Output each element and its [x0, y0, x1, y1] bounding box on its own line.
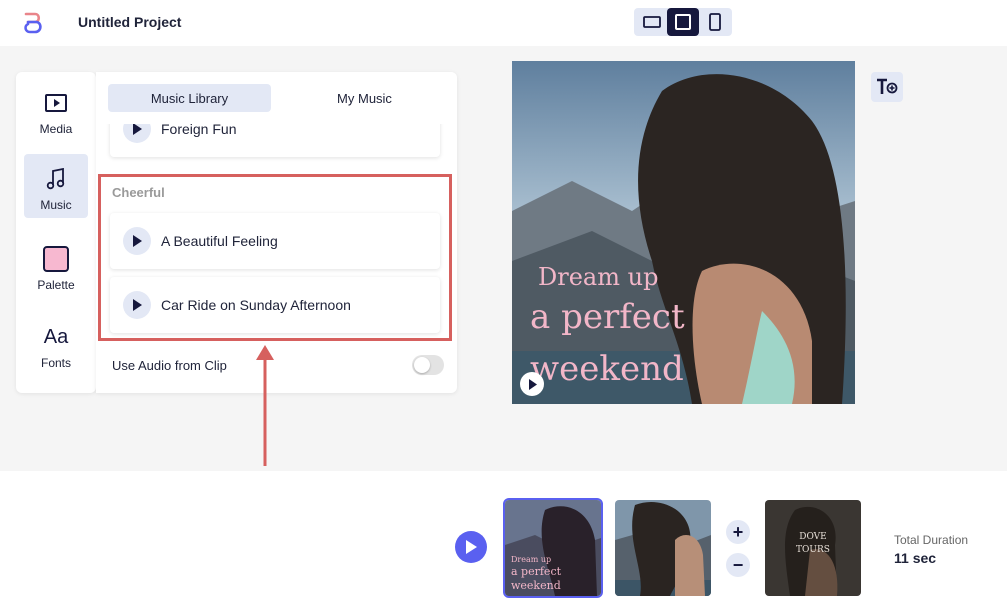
- music-note-icon: [46, 168, 65, 190]
- video-preview[interactable]: Dream up a perfect weekend: [512, 61, 855, 404]
- timeline-clip[interactable]: Dream up a perfect weekend: [505, 500, 601, 596]
- palette-swatch-icon: [43, 246, 69, 272]
- clip-text: DOVE: [799, 532, 827, 542]
- use-audio-label: Use Audio from Clip: [112, 358, 227, 373]
- preview-play-button[interactable]: [520, 372, 544, 396]
- plus-icon: +: [732, 521, 744, 542]
- sidebar-item-label: Palette: [37, 278, 75, 292]
- play-icon: [133, 123, 142, 135]
- aspect-landscape-button[interactable]: [636, 8, 668, 36]
- add-text-button[interactable]: [871, 72, 903, 102]
- sidebar-item-label: Music: [40, 198, 72, 212]
- fonts-aa-icon: Aa: [43, 325, 69, 348]
- clip-text: a perfect: [511, 565, 562, 578]
- total-duration-label: Total Duration: [894, 533, 969, 547]
- clip-text: weekend: [511, 579, 561, 592]
- sidebar-item-fonts[interactable]: Aa Fonts: [24, 312, 88, 376]
- use-audio-toggle[interactable]: [412, 355, 444, 375]
- sidebar-item-music[interactable]: Music: [24, 154, 88, 218]
- minus-icon: −: [732, 554, 744, 575]
- total-duration-value: 11 sec: [894, 550, 937, 566]
- portrait-icon: [709, 13, 721, 31]
- sidebar-item-media[interactable]: Media: [24, 78, 88, 142]
- highlight-box: [98, 174, 452, 341]
- landscape-icon: [643, 16, 661, 28]
- zoom-out-button[interactable]: −: [726, 553, 750, 577]
- sidebar-item-label: Media: [39, 122, 73, 136]
- square-icon: [675, 14, 691, 30]
- clip-thumbnail: [615, 500, 711, 596]
- sidebar-item-label: Fonts: [40, 356, 71, 370]
- tabs: Music Library My Music: [108, 84, 446, 112]
- play-square-icon: [45, 94, 67, 112]
- preview-text-line1[interactable]: Dream up: [538, 263, 658, 291]
- sidebar: Media Music Palette Aa Fonts: [16, 72, 96, 393]
- tab-music-library[interactable]: Music Library: [108, 84, 271, 112]
- aspect-ratio-switcher: [634, 8, 732, 36]
- clip-text: Dream up: [511, 555, 552, 564]
- preview-text-line2[interactable]: a perfect: [530, 297, 685, 337]
- tab-my-music[interactable]: My Music: [283, 84, 446, 112]
- text-add-icon: [877, 78, 898, 94]
- zoom-in-button[interactable]: +: [726, 520, 750, 544]
- aspect-square-button[interactable]: [667, 8, 699, 36]
- timeline-clip[interactable]: DOVE TOURS: [765, 500, 861, 596]
- project-title[interactable]: Untitled Project: [78, 14, 181, 30]
- clip-text: TOURS: [796, 545, 830, 555]
- play-icon: [528, 378, 537, 390]
- annotation-arrow: [256, 345, 274, 466]
- sidebar-item-palette[interactable]: Palette: [24, 234, 88, 298]
- preview-text-line3[interactable]: weekend: [530, 349, 684, 389]
- timeline-play-button[interactable]: [455, 531, 487, 563]
- play-icon: [466, 540, 477, 554]
- timeline-clip[interactable]: [615, 500, 711, 596]
- logo-icon[interactable]: [22, 11, 44, 35]
- aspect-portrait-button[interactable]: [699, 8, 731, 36]
